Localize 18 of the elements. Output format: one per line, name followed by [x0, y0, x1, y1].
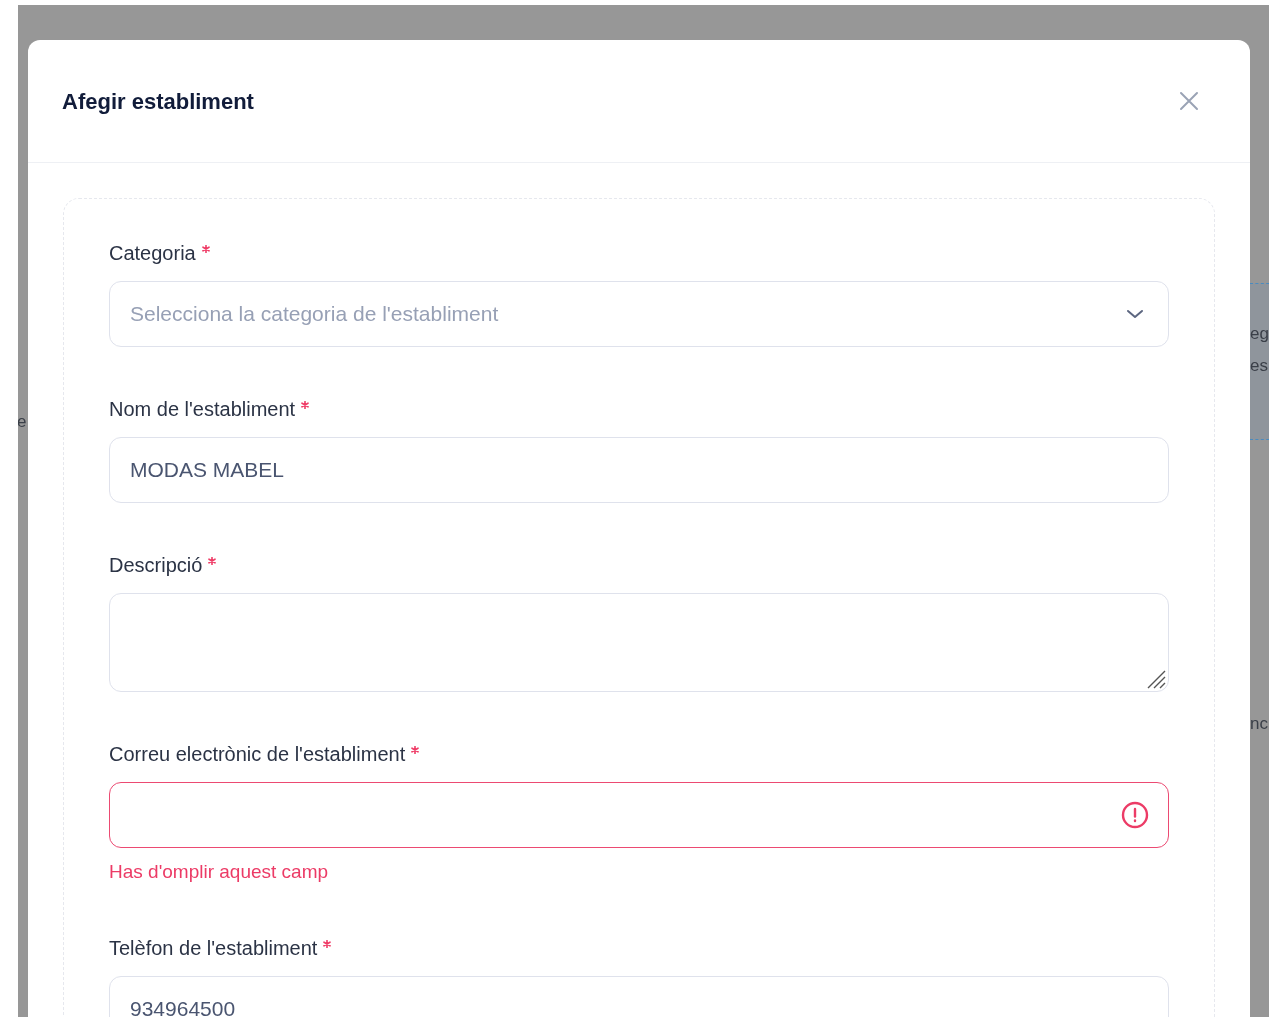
- modal-title: Afegir establiment: [62, 87, 254, 116]
- input-field[interactable]: 934964500: [109, 976, 1169, 1017]
- input-field[interactable]: [109, 782, 1169, 848]
- close-icon[interactable]: [1178, 90, 1200, 112]
- chevron-down-icon: [1126, 309, 1144, 319]
- field-label: Descripció: [109, 553, 203, 578]
- field-label: Telèfon de l'establiment: [109, 936, 318, 961]
- field-label: Categoria: [109, 241, 196, 266]
- background-text: e: [18, 411, 27, 433]
- field-label: Correu electrònic de l'establiment: [109, 742, 406, 767]
- background-text: eg: [1250, 323, 1269, 345]
- error-icon: [1121, 801, 1149, 829]
- input-field[interactable]: MODAS MABEL: [109, 437, 1169, 503]
- background-text: nc: [1250, 713, 1268, 735]
- background-text: es: [1250, 355, 1268, 377]
- field-label: Nom de l'establiment: [109, 397, 296, 422]
- error-message: Has d'omplir aquest camp: [109, 860, 330, 882]
- resize-grip-icon[interactable]: [1146, 669, 1166, 689]
